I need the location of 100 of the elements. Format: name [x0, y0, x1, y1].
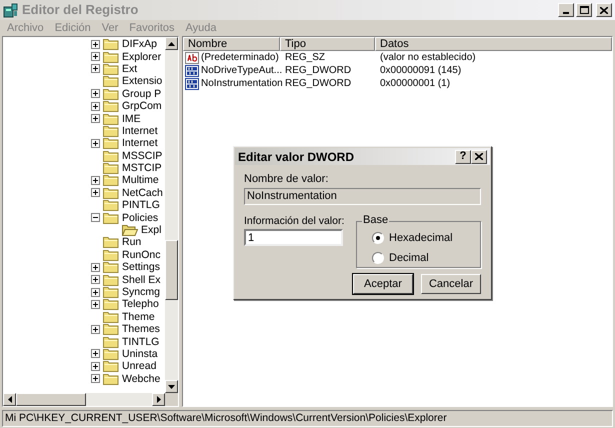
tree-item[interactable]: Unread [122, 360, 156, 372]
column-header[interactable]: Tipo [280, 37, 375, 51]
value-data-field[interactable]: 1 [244, 229, 343, 246]
tree-item[interactable]: PINTLG [122, 199, 160, 212]
scroll-right-button[interactable] [152, 393, 165, 406]
expand-icon[interactable] [91, 89, 100, 98]
registry-icon [3, 2, 19, 18]
tree-item[interactable]: Extensio [122, 75, 162, 88]
tree-item[interactable]: Shell Ex [122, 274, 161, 286]
tree-item[interactable]: Syncmg [122, 286, 160, 298]
folder-icon [103, 112, 119, 125]
close-icon [475, 153, 483, 160]
dialog-button[interactable]: Aceptar [353, 274, 413, 294]
tree-item[interactable]: TINTLG [122, 336, 160, 348]
column-header[interactable]: Datos [375, 37, 612, 51]
collapse-icon[interactable] [91, 213, 100, 222]
help-button[interactable]: ? [455, 150, 471, 164]
folder-icon [103, 310, 119, 323]
tree-item[interactable]: Internet [122, 124, 158, 137]
radio-label[interactable]: Hexadecimal [389, 230, 453, 246]
dialog-title: Editar valor DWORD [238, 148, 354, 166]
tree-item[interactable]: Uninsta [122, 348, 158, 360]
expand-icon[interactable] [91, 176, 100, 185]
minimize-button[interactable] [558, 3, 574, 17]
folder-icon [103, 274, 119, 286]
folder-icon [103, 75, 119, 88]
horizontal-scrollbar[interactable] [3, 393, 165, 406]
tree-item[interactable]: NetCach [122, 186, 163, 199]
tree-item[interactable]: Webche [122, 372, 160, 385]
radio-button[interactable] [372, 232, 384, 244]
expand-icon[interactable] [91, 64, 100, 74]
expand-icon[interactable] [91, 138, 100, 148]
field-label: Información del valor: [244, 215, 346, 228]
tree-item[interactable]: Internet [122, 137, 158, 150]
table-cell[interactable]: NoDriveTypeAut... [201, 63, 282, 78]
folder-icon [103, 348, 119, 360]
folder-icon [103, 50, 119, 63]
expand-icon[interactable] [91, 300, 100, 309]
expand-icon[interactable] [91, 362, 100, 371]
expand-icon[interactable] [91, 114, 100, 124]
folder-icon [103, 88, 119, 100]
open-folder-icon [122, 224, 138, 236]
tree-item[interactable]: MSSCIP [122, 150, 162, 162]
tree-item[interactable]: Multime [122, 174, 159, 186]
maximize-button[interactable] [576, 3, 592, 17]
folder-icon [103, 124, 119, 137]
left-arrow-icon [8, 396, 12, 403]
binary-value-icon [185, 64, 199, 76]
tree-item[interactable]: Settings [122, 261, 160, 274]
vertical-scrollbar[interactable] [165, 37, 178, 393]
tree-item[interactable]: Ext [122, 62, 138, 75]
folder-icon [103, 248, 119, 261]
tree-item[interactable]: MSTCIP [122, 162, 162, 174]
expand-icon[interactable] [91, 275, 100, 284]
close-button[interactable] [471, 150, 487, 164]
folder-icon [103, 336, 119, 348]
folder-icon [103, 360, 119, 372]
expand-icon[interactable] [91, 349, 100, 358]
expand-icon[interactable] [91, 262, 100, 272]
column-header[interactable]: Nombre [183, 37, 280, 51]
status-path: Mi PC\HKEY_CURRENT_USER\Software\Microsoft\Windows\CurrentVersion\Policies\Explorer [2, 410, 613, 427]
window-title: Editor del Registro [22, 1, 138, 20]
tree-item[interactable]: Explorer [122, 50, 162, 63]
expand-icon[interactable] [91, 102, 100, 111]
expand-icon[interactable] [91, 52, 100, 62]
tree-item[interactable]: IME [122, 112, 141, 125]
scroll-left-button[interactable] [3, 393, 16, 406]
tree-item[interactable]: Policies [122, 212, 158, 224]
string-value-icon [185, 52, 199, 64]
table-cell-text: REG_DWORD [285, 64, 352, 78]
tree-item[interactable]: DIFxAp [122, 38, 158, 50]
tree-item[interactable]: Group P [122, 88, 162, 100]
radio-label[interactable]: Decimal [389, 250, 429, 266]
expand-icon[interactable] [91, 374, 100, 384]
value-name-field: NoInstrumentation [244, 188, 481, 205]
tree-item[interactable]: Theme [122, 310, 155, 323]
folder-icon [103, 286, 119, 298]
radio-button[interactable] [372, 252, 384, 264]
expand-icon[interactable] [91, 40, 100, 49]
tree-item[interactable]: GrpCom [122, 100, 162, 112]
expand-icon[interactable] [91, 288, 100, 296]
expand-icon[interactable] [91, 324, 100, 334]
scroll-down-button[interactable] [165, 380, 178, 393]
folder-icon [103, 212, 119, 224]
tree-item[interactable]: Expl [141, 224, 162, 236]
folder-icon [103, 298, 119, 310]
tree-item[interactable]: Run [122, 236, 142, 248]
scroll-thumb[interactable] [16, 393, 86, 406]
folder-icon [103, 323, 119, 336]
table-cell[interactable]: (Predeterminado) [201, 50, 279, 65]
scroll-thumb[interactable] [165, 240, 178, 300]
close-button[interactable] [596, 3, 612, 17]
tree-item[interactable]: Telepho [122, 298, 159, 310]
table-cell[interactable]: NoInstrumentation [201, 76, 283, 91]
dialog-button[interactable]: Cancelar [421, 274, 481, 294]
tree-item[interactable]: Themes [122, 323, 160, 336]
table-cell-text: 0x00000091 (145) [380, 64, 462, 78]
expand-icon[interactable] [91, 188, 100, 198]
tree-item[interactable]: RunOnc [122, 248, 161, 261]
scroll-up-button[interactable] [165, 37, 178, 50]
